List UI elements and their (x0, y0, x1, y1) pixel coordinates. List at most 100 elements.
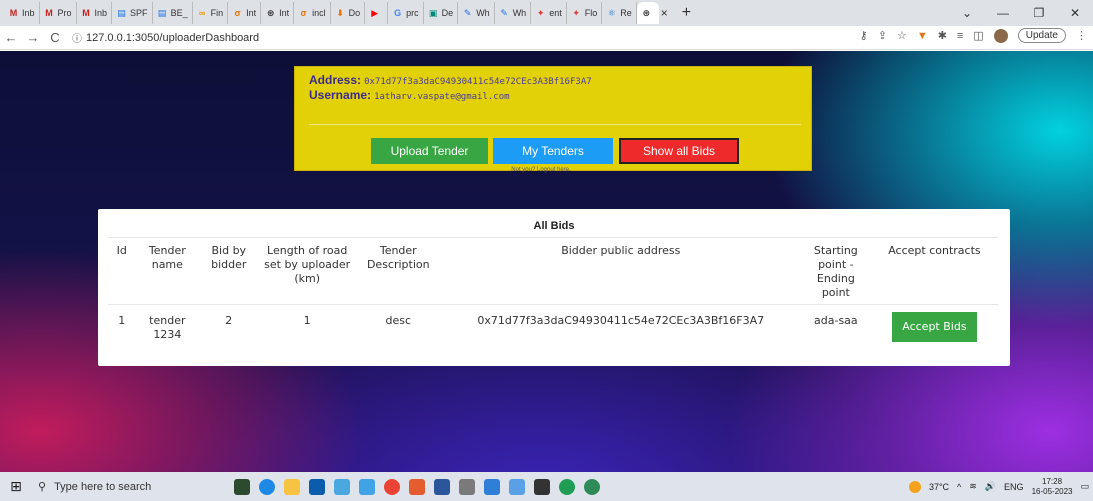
browser-tab[interactable]: ∞ Fin (193, 2, 229, 24)
calculator-icon[interactable] (509, 478, 525, 495)
browser-tab[interactable]: σ Int (228, 2, 262, 24)
pinned-apps (234, 478, 600, 495)
browser-tab[interactable]: σ incl (294, 2, 331, 24)
tab-label: Inb (94, 8, 108, 18)
minimize-button[interactable]: — (985, 6, 1021, 20)
username-value: 1atharv.vaspate@gmail.com (374, 92, 510, 102)
page-background: Address: 0x71d77f3a3daC94930411c54e72CEc… (0, 51, 1093, 472)
date: 16-05-2023 (1031, 486, 1073, 496)
chrome-icon[interactable] (384, 478, 400, 495)
browser-tab[interactable]: ✎ Wh (458, 2, 495, 24)
taskbar-search[interactable]: ⚲ Type here to search (32, 472, 184, 501)
tab-label: Int (246, 8, 257, 18)
header-description: Tender Description (355, 237, 441, 305)
windows-taskbar: ⊞ ⚲ Type here to search 37°C ^ ≋ 🔊 ENG 1… (0, 472, 1093, 501)
site-info-icon[interactable]: ⓘ (72, 30, 82, 45)
browser-tab[interactable]: ⚛ Re (602, 2, 637, 24)
powerpoint-icon[interactable] (409, 478, 425, 495)
browser-tab[interactable]: ▤ BE_ (153, 2, 193, 24)
header-bid: Bid by bidder (199, 237, 259, 305)
time: 17:28 (1042, 476, 1063, 486)
back-button[interactable]: ← (0, 30, 22, 45)
cell-tender-name: tender 1234 (135, 304, 200, 348)
bookmark-star-icon[interactable]: ☆ (897, 29, 907, 42)
active-tab[interactable]: ⊛ (636, 2, 659, 24)
show-all-bids-button[interactable]: Show all Bids (619, 138, 739, 164)
bids-title: All Bids (533, 220, 575, 232)
file-explorer-icon[interactable] (284, 478, 300, 495)
pen-icon: ✎ (500, 8, 508, 18)
notifications-icon[interactable]: ▭ (1080, 481, 1089, 492)
reload-button[interactable]: C (44, 30, 66, 45)
new-tab-button[interactable]: + (682, 4, 691, 22)
cell-accept: Accept Bids (870, 304, 998, 348)
windows-start-icon[interactable]: ⊞ (0, 478, 32, 495)
side-panel-icon[interactable]: ◫ (973, 29, 983, 42)
profile-avatar[interactable] (993, 28, 1008, 43)
address-value: 0x71d77f3a3daC94930411c54e72CEc3A3Bf16F3… (364, 77, 592, 87)
pieces-icon: ✦ (536, 8, 545, 18)
close-tab-icon[interactable]: × (661, 6, 668, 20)
browser-tab[interactable]: ▣ De (424, 2, 459, 24)
extensions-icon[interactable]: ✱ (938, 29, 947, 42)
share-icon[interactable]: ⇪ (878, 29, 887, 42)
cell-description: desc (355, 304, 441, 348)
wifi-icon[interactable]: ≋ (969, 481, 977, 492)
forward-button[interactable]: → (22, 30, 44, 45)
tab-label: De (441, 8, 454, 18)
menu-icon[interactable]: ⋮ (1076, 29, 1087, 42)
cell-length: 1 (258, 304, 356, 348)
settings-icon[interactable] (459, 478, 475, 495)
browser-tab[interactable]: Gprc (388, 2, 424, 24)
clock[interactable]: 17:28 16-05-2023 (1032, 477, 1073, 497)
sigma-icon: σ (300, 8, 307, 18)
weather-icon[interactable] (908, 480, 921, 493)
mongodb-icon[interactable] (559, 478, 575, 495)
browser-tab[interactable]: ✦ ent (531, 2, 567, 24)
header-accept: Accept contracts (870, 237, 998, 305)
bird-app-icon[interactable] (359, 478, 375, 495)
show-hidden-icons-icon[interactable]: ^ (957, 482, 961, 492)
docs-icon: ▤ (117, 8, 126, 18)
logout-link[interactable]: Not you? Logout here. (283, 167, 799, 173)
edge-icon[interactable] (259, 478, 275, 495)
toolbar-actions: ⚷ ⇪ ☆ ▼ ✱ ≡ ◫ Update ⋮ (860, 28, 1087, 43)
word-icon[interactable] (434, 478, 450, 495)
address-label: Address: (309, 73, 362, 87)
cell-bidder-address: 0x71d77f3a3daC94930411c54e72CEc3A3Bf16F3… (440, 304, 801, 348)
browser-tab[interactable]: ▶ (365, 2, 389, 24)
header-length: Length of road set by uploader (km) (258, 237, 356, 305)
gmail-icon: M (45, 8, 53, 18)
close-window-button[interactable]: ✕ (1057, 6, 1093, 20)
my-tenders-button[interactable]: My Tenders (493, 138, 613, 164)
vscode-icon[interactable] (484, 478, 500, 495)
accept-bids-button[interactable]: Accept Bids (892, 312, 977, 342)
browser-tab[interactable]: M Inb (4, 2, 40, 24)
store-icon[interactable] (309, 478, 325, 495)
cloud-app-icon[interactable] (334, 478, 350, 495)
update-button[interactable]: Update (1017, 28, 1066, 43)
volume-icon[interactable]: 🔊 (985, 481, 996, 492)
widgets-icon[interactable] (234, 478, 250, 495)
browser-tab[interactable]: ✦ Flo (567, 2, 603, 24)
language[interactable]: ENG (1004, 482, 1024, 492)
metamask-icon[interactable]: ▼ (917, 30, 928, 42)
browser-tab[interactable]: ✎ Wh (495, 2, 532, 24)
key-icon[interactable]: ⚷ (860, 29, 868, 42)
browser-tab[interactable]: ⬇ Do (331, 2, 366, 24)
upload-tender-button[interactable]: Upload Tender (371, 138, 488, 164)
restore-button[interactable]: ❐ (1021, 6, 1057, 20)
address-bar[interactable]: ⓘ 127.0.0.1:3050/uploaderDashboard (72, 30, 259, 46)
account-info-card: Address: 0x71d77f3a3daC94930411c54e72CEc… (294, 66, 812, 173)
colab-icon: ∞ (198, 8, 206, 18)
browser-tab[interactable]: ⊛ Int (261, 2, 295, 24)
browser-tab[interactable]: ▤ SPF (112, 2, 153, 24)
tab-search-icon[interactable]: ⌄ (949, 6, 985, 20)
terminal-icon[interactable] (534, 478, 550, 495)
browser-tab[interactable]: M Pro (40, 2, 77, 24)
reading-list-icon[interactable]: ≡ (957, 30, 963, 42)
pieces-icon: ✦ (572, 8, 580, 18)
temperature: 37°C (928, 481, 950, 492)
mongodb-compass-icon[interactable] (584, 478, 600, 495)
browser-tab[interactable]: M Inb (77, 2, 113, 24)
